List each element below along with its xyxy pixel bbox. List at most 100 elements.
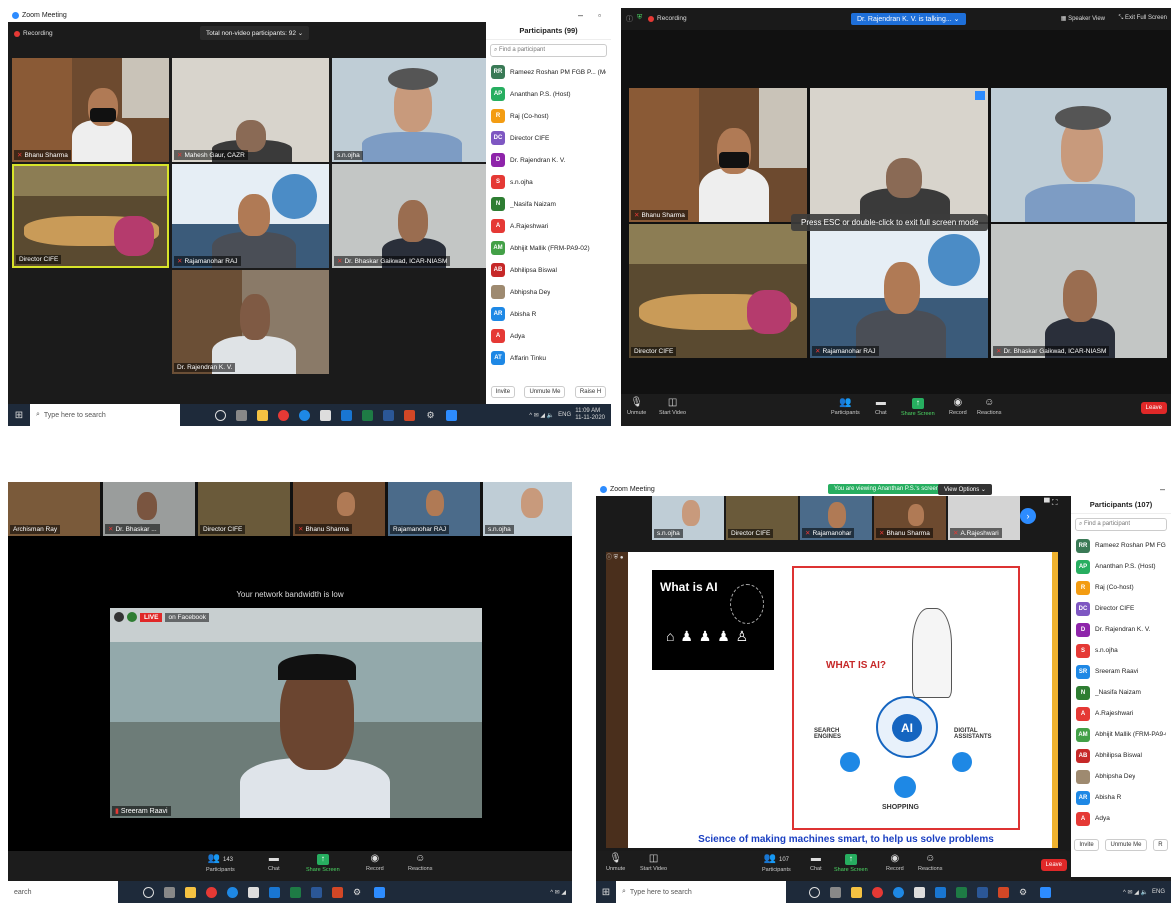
participant-row[interactable]: AB Abhilipsa Biswal xyxy=(1071,745,1171,766)
participant-row[interactable]: A A.Rajeshwari xyxy=(1071,703,1171,724)
video-tile-active[interactable]: Director CIFE xyxy=(12,164,169,268)
thumbnail-tile[interactable]: ✕ Rajamanohar xyxy=(800,496,872,540)
participant-row[interactable]: AB Abhilipsa Biswal xyxy=(486,259,611,281)
chrome-icon[interactable] xyxy=(206,886,217,898)
unmute-button[interactable]: 🎙 Unmute xyxy=(606,854,625,873)
participant-row[interactable]: RR Rameez Roshan PM FGB P... (Me) xyxy=(486,61,611,83)
participant-row[interactable]: AM Abhijit Mallik (FRM-PA9-02) xyxy=(486,237,611,259)
participant-row[interactable]: Ss.n.ojha xyxy=(1071,640,1171,661)
shared-slide[interactable]: What is AI ⌂ ♟ ♟ ♟ ♙ WHAT IS AI? AI SEAR… xyxy=(606,552,1058,848)
leave-button[interactable]: Leave xyxy=(1040,859,1067,871)
excel-icon[interactable] xyxy=(290,886,301,898)
record-button[interactable]: ◉ Record xyxy=(949,398,967,417)
zoom-app-icon[interactable] xyxy=(1040,886,1051,898)
tray-icons[interactable]: ^ ✉ ◢ 🔈 xyxy=(1123,889,1148,896)
leave-button[interactable]: Leave xyxy=(1140,402,1167,414)
participant-row[interactable]: Abhipsha Dey xyxy=(486,281,611,303)
video-tile[interactable]: ✕ Bhanu Sharma xyxy=(12,58,169,162)
participant-row[interactable]: R Raj (Co-host) xyxy=(1071,577,1171,598)
speaker-view-button[interactable]: ▦ Speaker View xyxy=(1061,15,1105,22)
participants-button[interactable]: 👥 143 Participants xyxy=(206,854,235,874)
edge-icon[interactable] xyxy=(299,409,310,421)
recording-indicator[interactable]: Recording xyxy=(648,15,687,22)
settings-icon[interactable]: ⚙ xyxy=(1019,887,1030,898)
participant-row[interactable]: D Dr. Rajendran K. V. xyxy=(486,149,611,171)
participant-row[interactable]: AM Abhijit Mallik (FRM-PA9-02) xyxy=(1071,724,1171,745)
recording-indicator[interactable]: Recording xyxy=(14,30,53,37)
tray-icons[interactable]: ^ ✉ ◢ 🔈 xyxy=(529,412,554,419)
file-explorer-icon[interactable] xyxy=(851,886,862,898)
word-icon[interactable] xyxy=(383,409,394,421)
participant-row[interactable]: RR Rameez Roshan PM FGB P... ( xyxy=(1071,535,1171,556)
powerpoint-icon[interactable] xyxy=(404,409,415,421)
live-indicator[interactable]: LIVE on Facebook xyxy=(114,612,210,622)
powerpoint-icon[interactable] xyxy=(332,886,343,898)
maximize-icon[interactable]: ▫ xyxy=(598,11,601,20)
invite-button[interactable]: Invite xyxy=(1074,839,1099,851)
thumbnail-tile[interactable]: s.n.ojha xyxy=(652,496,724,540)
share-screen-button[interactable]: ↑ Share Screen xyxy=(901,398,935,417)
video-tile[interactable]: ✕ Rajamanohar RAJ xyxy=(810,224,988,358)
cortana-icon[interactable] xyxy=(215,409,226,421)
record-button[interactable]: ◉ Record xyxy=(366,854,384,873)
taskbar-search-input[interactable]: ⌕ Type here to search xyxy=(30,404,180,426)
edge-icon[interactable] xyxy=(227,886,238,898)
share-screen-button[interactable]: ↑ Share Screen xyxy=(834,854,868,873)
reactions-button[interactable]: ☺ Reactions xyxy=(977,398,1001,417)
raise-hand-button[interactable]: Raise H xyxy=(574,386,607,398)
thumbnail-tile[interactable]: Director CIFE xyxy=(198,482,290,536)
video-tile[interactable]: s.n.ojha xyxy=(332,58,489,162)
participant-row[interactable]: AT Affarin Tinku xyxy=(486,347,611,369)
thumbnail-tile[interactable]: s.n.ojha xyxy=(483,482,572,536)
speaker-video[interactable]: LIVE on Facebook ▮ Sreeram Raavi xyxy=(110,608,482,818)
thumbnail-tile[interactable]: ✕ Dr. Bhaskar ... xyxy=(103,482,195,536)
talking-indicator[interactable]: Dr. Rajendran K. V. is talking... ⌄ xyxy=(851,13,966,25)
thumbnail-tile[interactable]: Director CIFE xyxy=(726,496,798,540)
video-tile[interactable] xyxy=(991,88,1167,222)
task-view-icon[interactable] xyxy=(830,886,841,898)
taskbar-search-input[interactable]: ⌕ Type here to search xyxy=(616,881,786,903)
taskbar-search-input[interactable]: earch xyxy=(8,881,118,903)
start-video-button[interactable]: ◫ Start Video xyxy=(659,398,686,417)
participant-row[interactable]: Ss.n.ojha xyxy=(486,171,611,193)
video-tile[interactable]: ✕ Bhanu Sharma xyxy=(629,88,807,222)
powerpoint-icon[interactable] xyxy=(998,886,1009,898)
mail-icon[interactable] xyxy=(269,886,280,898)
minimize-icon[interactable]: – xyxy=(578,10,583,20)
settings-icon[interactable]: ⚙ xyxy=(425,410,436,421)
raise-hand-button[interactable]: R xyxy=(1153,839,1168,851)
view-options-button[interactable]: View Options ⌄ xyxy=(938,484,992,495)
store-icon[interactable] xyxy=(248,886,259,898)
excel-icon[interactable] xyxy=(956,886,967,898)
mail-icon[interactable] xyxy=(341,409,352,421)
thumbnail-tile[interactable]: Archisman Ray xyxy=(8,482,100,536)
unmute-me-button[interactable]: Unmute Me xyxy=(1105,839,1147,851)
participant-row[interactable]: AP Ananthan P.S. (Host) xyxy=(486,83,611,105)
video-tile[interactable] xyxy=(810,88,988,222)
participant-row[interactable]: DC Director CIFE xyxy=(486,127,611,149)
zoom-app-icon[interactable] xyxy=(374,886,385,898)
excel-icon[interactable] xyxy=(362,409,373,421)
start-video-button[interactable]: ◫ Start Video xyxy=(640,854,667,873)
video-tile[interactable]: ✕ Dr. Bhaskar Gaikwad, ICAR-NIASM xyxy=(332,164,489,268)
reactions-button[interactable]: ☺ Reactions xyxy=(408,854,432,873)
mail-icon[interactable] xyxy=(935,886,946,898)
invite-button[interactable]: Invite xyxy=(490,386,516,398)
participant-row[interactable]: AR Abisha R xyxy=(1071,787,1171,808)
participant-row[interactable]: N _Nasifa Naizam xyxy=(486,193,611,215)
next-page-icon[interactable]: › xyxy=(1020,508,1036,524)
participants-button[interactable]: 👥 Participants xyxy=(831,398,860,417)
thumbnail-tile[interactable]: ✕ A.Rajeshwari xyxy=(948,496,1020,540)
shield-icon[interactable]: ⛨ xyxy=(637,14,642,22)
info-icon[interactable]: ⓘ xyxy=(626,14,633,24)
participants-button[interactable]: 👥 107 Participants xyxy=(762,854,791,874)
record-button[interactable]: ◉ Record xyxy=(886,854,904,873)
participant-search-input[interactable]: ⌕ Find a participant xyxy=(1075,518,1167,531)
store-icon[interactable] xyxy=(914,886,925,898)
word-icon[interactable] xyxy=(311,886,322,898)
chat-button[interactable]: ▬ Chat xyxy=(268,854,280,873)
participant-row[interactable]: D Dr. Rajendran K. V. xyxy=(1071,619,1171,640)
file-explorer-icon[interactable] xyxy=(185,886,196,898)
cortana-icon[interactable] xyxy=(143,886,154,898)
chat-button[interactable]: ▬ Chat xyxy=(810,854,822,873)
